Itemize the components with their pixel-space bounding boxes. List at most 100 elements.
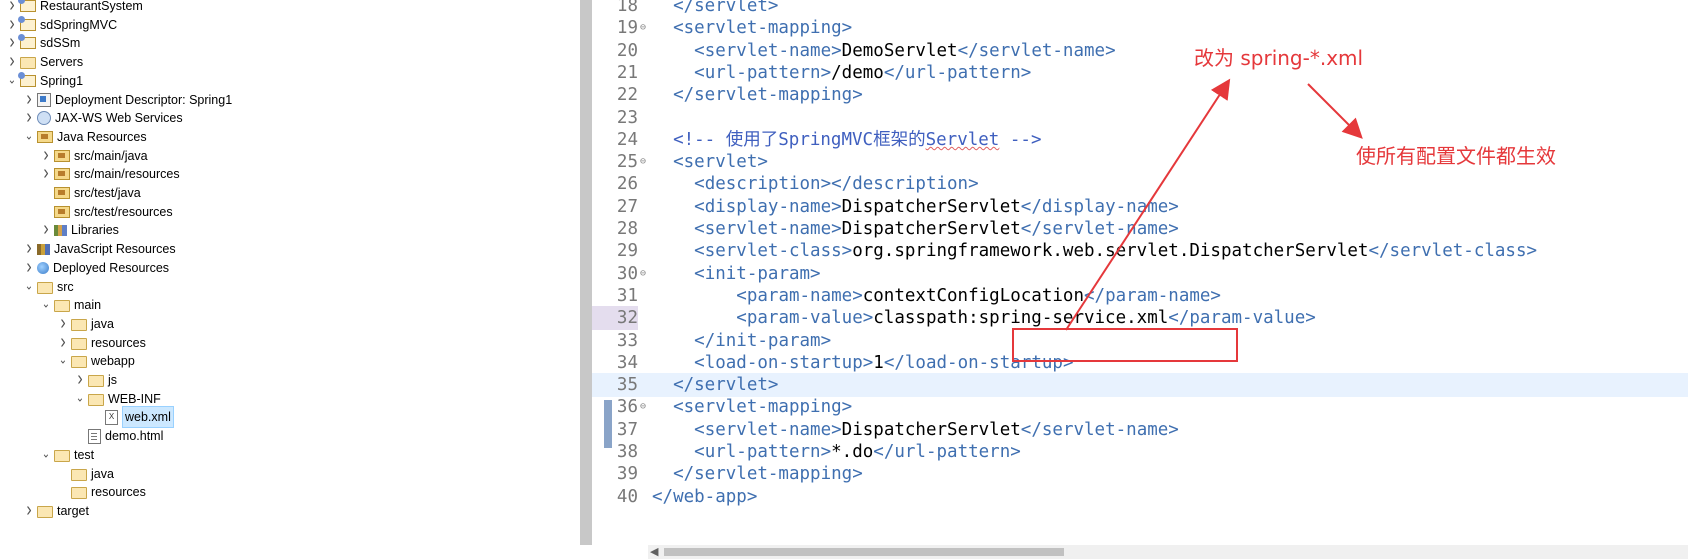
code-line[interactable]: 28 <servlet-name>DispatcherServlet</serv… <box>592 217 1688 241</box>
xml-comment: <!-- 使用了SpringMVC框架的 <box>673 129 926 150</box>
code-line[interactable]: 39 </servlet-mapping> <box>592 462 1688 486</box>
tree-item[interactable]: src/test/resources <box>40 202 173 222</box>
folder-icon <box>88 393 104 406</box>
tree-item[interactable]: › Libraries <box>40 219 119 240</box>
project-explorer-tree: › RestaurantSystem › sdSpringMVC › sdSSm › Serv… <box>0 0 580 559</box>
code-line[interactable]: 22 </servlet-mapping> <box>592 83 1688 107</box>
tree-item[interactable]: src/test/java <box>40 183 141 203</box>
chevron-right-icon[interactable]: › <box>23 498 35 523</box>
tree-item[interactable]: resources <box>57 482 146 502</box>
tree-item[interactable]: Xweb.xml <box>91 406 174 429</box>
scrollbar-thumb[interactable] <box>664 548 1064 556</box>
chevron-down-icon[interactable]: ⌄ <box>23 124 35 149</box>
chevron-down-icon[interactable]: ⌄ <box>6 68 18 93</box>
tree-item[interactable]: ⌄ Spring1 <box>6 71 83 91</box>
code-line[interactable]: 26 <description></description> <box>592 172 1688 196</box>
tree-item[interactable]: ⌄ main <box>40 295 101 315</box>
line-number: 37 <box>616 419 638 440</box>
fold-toggle-icon[interactable]: ⊖ <box>640 150 646 174</box>
tree-item[interactable]: › Deployed Resources <box>23 257 170 278</box>
tree-item-label: src/test/resources <box>74 204 173 219</box>
tree-item-label: Deployed Resources <box>53 260 170 275</box>
tree-item-label: web.xml <box>122 406 174 429</box>
code-text: <servlet-mapping> <box>652 395 852 419</box>
code-text: </servlet-mapping> <box>652 83 863 107</box>
tree-item[interactable]: › src/main/java <box>40 144 147 165</box>
tree-item-label: src <box>57 279 74 294</box>
pkg-icon <box>54 187 70 199</box>
tree-item[interactable]: › target <box>23 498 89 523</box>
tree-item[interactable]: › src/main/resources <box>40 163 179 184</box>
tree-item-label: Libraries <box>71 223 119 238</box>
line-number: 22 <box>616 85 638 106</box>
code-line[interactable]: 30 ⊖ <init-param> <box>592 262 1688 286</box>
code-line[interactable]: 36 ⊖ <servlet-mapping> <box>592 395 1688 419</box>
code-line[interactable]: 31 <param-name>contextConfigLocation</pa… <box>592 284 1688 308</box>
folder-icon <box>20 57 36 70</box>
xml-tag: </servlet-class> <box>1368 241 1538 262</box>
code-line[interactable]: 32 <param-value>classpath:spring-service… <box>592 306 1688 331</box>
tree-item-label: demo.html <box>105 429 164 444</box>
code-line[interactable]: 21 <url-pattern>/demo</url-pattern> <box>592 61 1688 85</box>
code-line[interactable]: 35 </servlet> <box>592 373 1688 398</box>
tree-item[interactable]: ⌄ test <box>40 445 94 465</box>
xml-tag: </servlet-name> <box>957 40 1116 61</box>
xml-editor[interactable]: 18 </servlet> 19 ⊖ <servlet-mapping> 20 <se… <box>592 0 1688 559</box>
code-line[interactable]: 40 </web-app> <box>592 485 1688 509</box>
fold-toggle-icon[interactable]: ⊖ <box>640 395 646 419</box>
xml-text: DispatcherServlet <box>841 196 1021 217</box>
code-text: </servlet-mapping> <box>652 462 863 486</box>
code-line[interactable]: 37 <servlet-name>DispatcherServlet</serv… <box>592 418 1688 442</box>
chevron-down-icon[interactable]: ⌄ <box>40 442 52 467</box>
tree-item[interactable]: › JavaScript Resources <box>23 238 176 259</box>
tree-item-label: Spring1 <box>40 73 84 88</box>
tree-item[interactable]: demo.html <box>74 426 163 446</box>
chevron-down-icon[interactable]: ⌄ <box>40 293 52 318</box>
pkg-icon <box>37 130 53 143</box>
tree-item-label: Java Resources <box>57 129 147 144</box>
change-gutter-marker <box>604 400 612 448</box>
code-line[interactable]: 23 <box>592 106 1688 130</box>
xml-tag: </param-value> <box>1168 308 1316 329</box>
code-line[interactable]: 18 </servlet> <box>592 0 1688 18</box>
tree-item[interactable]: › RestaurantSystem <box>6 0 143 16</box>
tree-item[interactable]: › JAX-WS Web Services <box>23 107 182 128</box>
fold-toggle-icon[interactable]: ⊖ <box>640 262 646 286</box>
xml-text: contextConfigLocation <box>862 285 1084 306</box>
tree-item[interactable]: ⌄ webapp <box>57 351 135 371</box>
xml-comment: Servlet <box>925 129 1000 150</box>
tree-item[interactable]: › sdSpringMVC <box>6 13 117 34</box>
xml-text: org.springframework.web.servlet.Dispatch… <box>852 241 1369 262</box>
tree-vertical-scrollbar[interactable] <box>580 0 592 545</box>
scroll-left-icon[interactable]: ◀ <box>650 545 658 558</box>
line-number: 39 <box>616 464 638 485</box>
xml-tag: <param-name> <box>736 285 863 306</box>
editor-horizontal-scrollbar[interactable]: ◀ <box>648 545 1688 559</box>
tree-item-label: resources <box>91 335 146 350</box>
tree-item-label: JavaScript Resources <box>54 242 176 257</box>
ws-icon <box>37 111 51 126</box>
code-line[interactable]: 20 <servlet-name>DemoServlet</servlet-na… <box>592 39 1688 63</box>
folder-icon <box>54 449 70 462</box>
xml-tag: </url-pattern> <box>883 62 1032 83</box>
fold-toggle-icon[interactable]: ⊖ <box>640 16 646 40</box>
code-line[interactable]: 27 <display-name>DispatcherServlet</disp… <box>592 195 1688 219</box>
xml-tag: </servlet-mapping> <box>673 464 863 485</box>
xml-tag: <display-name> <box>694 196 842 217</box>
code-text: <param-value>classpath:spring-service.xm… <box>652 306 1316 330</box>
code-line[interactable]: 19 ⊖ <servlet-mapping> <box>592 16 1688 40</box>
tree-item[interactable]: › resources <box>57 331 146 352</box>
chevron-down-icon[interactable]: ⌄ <box>74 386 86 411</box>
folder-icon <box>37 505 53 518</box>
chevron-down-icon[interactable]: ⌄ <box>57 349 69 374</box>
line-number: 20 <box>616 40 638 61</box>
xml-text: *.do <box>831 442 874 462</box>
code-line[interactable]: 38 <url-pattern>*.do</url-pattern> <box>592 440 1688 464</box>
tree-item[interactable]: java <box>57 464 114 484</box>
line-number: 35 <box>616 375 638 396</box>
pkg-icon <box>54 168 70 181</box>
line-number: 32 <box>592 306 638 331</box>
tree-item[interactable]: › Deployment Descriptor: Spring1 <box>23 88 232 109</box>
code-line[interactable]: 29 <servlet-class>org.springframework.we… <box>592 239 1688 263</box>
chevron-down-icon[interactable]: ⌄ <box>23 274 35 299</box>
